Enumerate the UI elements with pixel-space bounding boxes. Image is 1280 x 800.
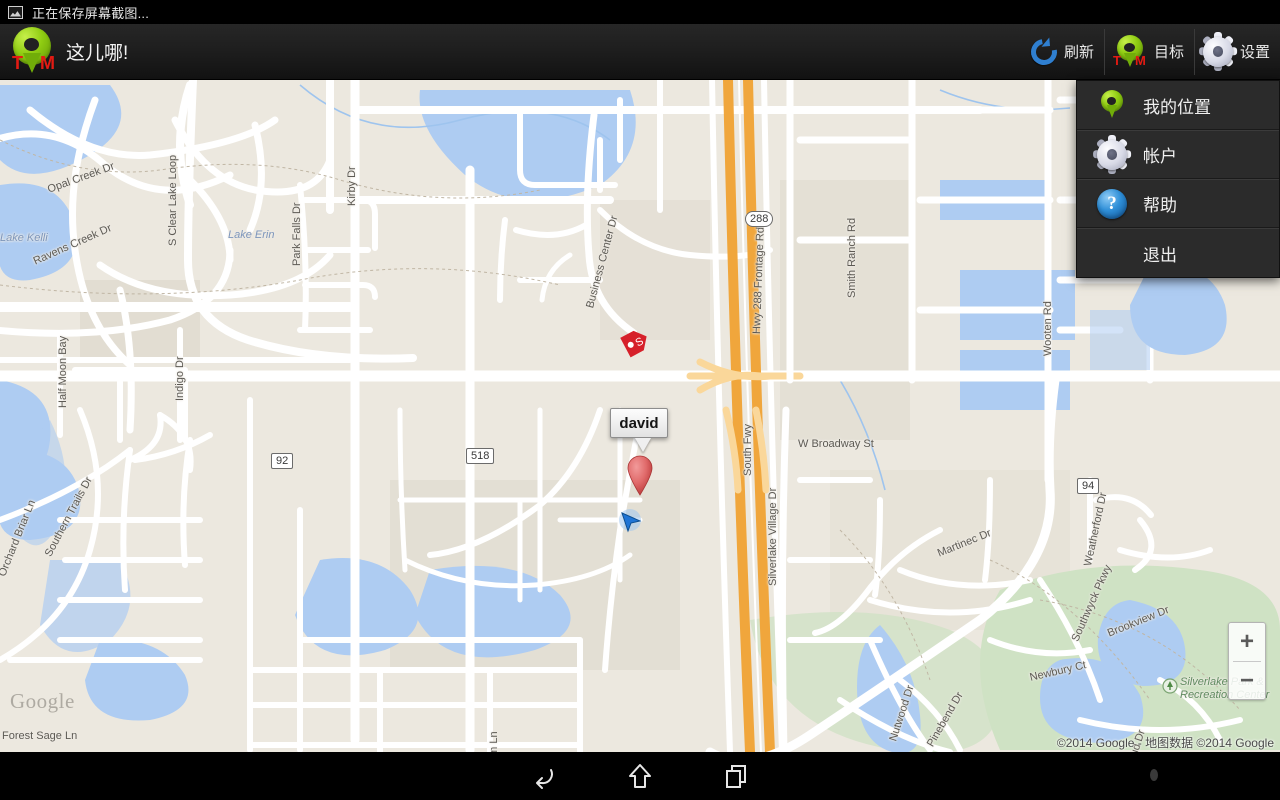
- map-label: Silverlake Village Dr: [767, 487, 779, 586]
- route-shield: 94: [1077, 478, 1100, 494]
- screenshot-saving-icon: [8, 5, 23, 19]
- overflow-menu[interactable]: 我的位置 帐户 ? 帮助 退出: [1076, 80, 1280, 278]
- map-label: Indigo Dr: [174, 356, 186, 401]
- park-marker-icon: [1162, 678, 1178, 694]
- back-icon: [536, 769, 553, 789]
- google-watermark: Google: [10, 689, 75, 713]
- page-title: 这儿哪!: [66, 43, 129, 64]
- menu-item-my-location[interactable]: 我的位置: [1077, 81, 1279, 130]
- map-label: W Broadway St: [798, 438, 874, 450]
- gear-icon: [1092, 135, 1132, 174]
- map-label: South Fwy: [742, 424, 754, 476]
- menu-label-account: 帐户: [1143, 147, 1177, 166]
- map-label: Lake Erin: [228, 229, 275, 241]
- my-location-arrow: [616, 505, 646, 535]
- map-label: Milam Ln: [488, 731, 500, 752]
- recents-button[interactable]: [688, 752, 784, 800]
- refresh-label: 刷新: [1063, 44, 1094, 61]
- location-pin-icon: [1095, 90, 1129, 120]
- zoom-out-button[interactable]: −: [1229, 662, 1265, 700]
- map-label: Forest Sage Ln: [2, 730, 78, 742]
- map-label: Smith Ranch Rd: [846, 217, 858, 298]
- refresh-button[interactable]: 刷新: [1023, 29, 1104, 75]
- status-bar-text: 正在保存屏幕截图...: [32, 5, 150, 21]
- gear-icon: [1198, 32, 1238, 71]
- target-label: 目标: [1153, 44, 1184, 61]
- target-pin-icon: T M: [1113, 34, 1147, 69]
- status-bar: 正在保存屏幕截图...: [0, 0, 1280, 24]
- target-callout[interactable]: david: [610, 408, 668, 438]
- target-location-pin[interactable]: [626, 454, 654, 496]
- menu-dot-icon[interactable]: [1150, 769, 1158, 781]
- zoom-in-button[interactable]: +: [1229, 623, 1265, 661]
- menu-item-account[interactable]: 帐户: [1077, 130, 1279, 179]
- menu-item-exit[interactable]: 退出: [1077, 228, 1279, 277]
- sale-tag-marker[interactable]: S: [619, 325, 653, 359]
- route-shield: 92: [271, 453, 294, 469]
- target-button[interactable]: T M 目标: [1103, 28, 1194, 75]
- back-button[interactable]: [496, 752, 592, 800]
- map-label: Wooten Rd: [1042, 301, 1054, 356]
- map-label: Kirby Dr: [346, 166, 358, 206]
- menu-label-exit: 退出: [1143, 245, 1177, 265]
- action-bar-buttons: 刷新 T M 目标 设置: [1023, 24, 1280, 80]
- map-attribution: ©2014 Google - 地图数据 ©2014 Google: [1056, 736, 1274, 750]
- recents-icon: [726, 765, 746, 788]
- menu-label-my-location: 我的位置: [1143, 97, 1211, 117]
- help-question-icon: ?: [1095, 188, 1129, 219]
- home-button[interactable]: [592, 752, 688, 800]
- logo-letter-t: T: [12, 52, 23, 73]
- menu-item-help[interactable]: ? 帮助: [1077, 179, 1279, 228]
- map-label: Half Moon Bay: [57, 335, 69, 408]
- android-screen: 正在保存屏幕截图... T M 这儿哪! 刷新 T M 目标 设置 Opal C…: [0, 0, 1280, 800]
- app-logo-icon: T M: [10, 26, 56, 77]
- logo-letter-m: M: [40, 52, 55, 73]
- map-label: S Clear Lake Loop: [167, 154, 179, 246]
- app-action-bar: T M 这儿哪! 刷新 T M 目标 设置: [0, 24, 1280, 80]
- home-icon: [629, 764, 651, 788]
- map-zoom-controls[interactable]: + −: [1228, 622, 1266, 700]
- map-label: Park Falls Dr: [291, 202, 303, 266]
- callout-label: david: [619, 414, 659, 432]
- android-navigation-bar: [0, 752, 1280, 800]
- settings-button[interactable]: 设置: [1193, 28, 1280, 75]
- settings-label: 设置: [1239, 44, 1270, 61]
- route-shield: 288: [745, 211, 774, 227]
- menu-label-help: 帮助: [1143, 196, 1177, 215]
- refresh-icon: [1025, 33, 1063, 70]
- route-shield: 518: [466, 448, 495, 464]
- map-label: Lake Kelli: [0, 232, 48, 244]
